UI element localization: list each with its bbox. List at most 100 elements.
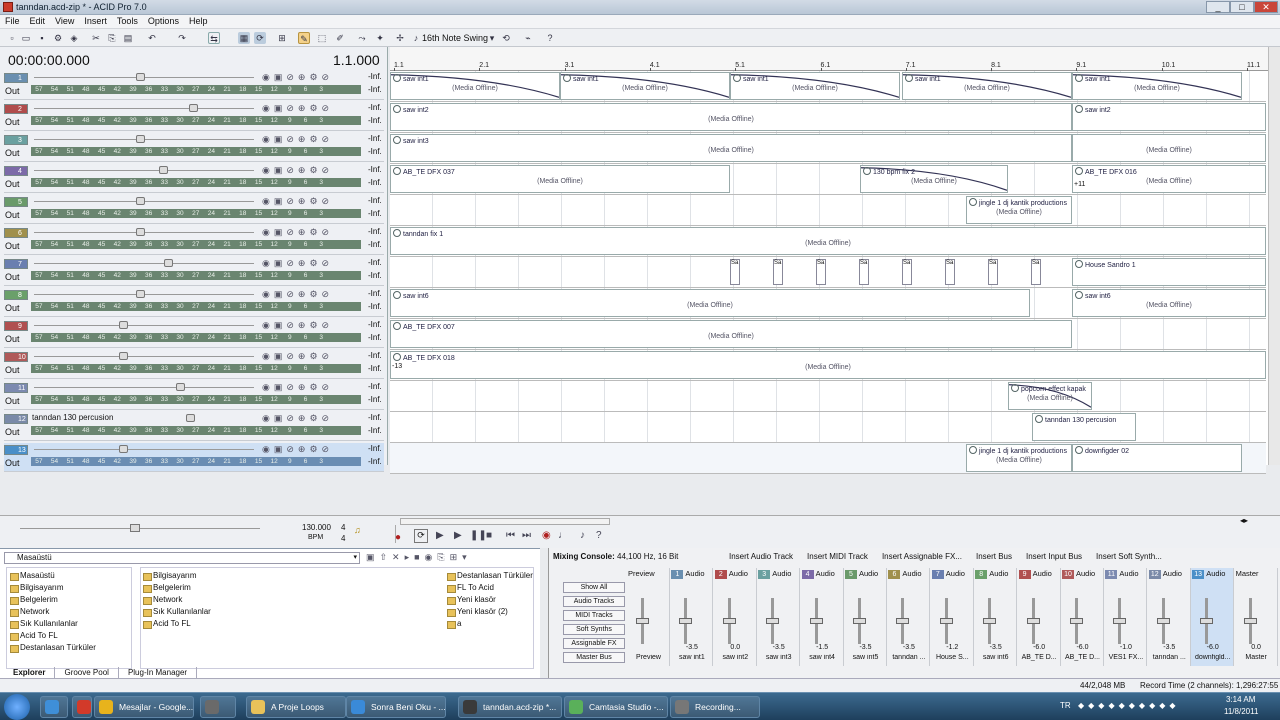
mixer-channel[interactable]: Preview Preview	[627, 568, 670, 666]
channel-fader-handle[interactable]	[896, 618, 910, 624]
mixer-channel[interactable]: 7 Audio -1.2 House S...	[931, 568, 974, 666]
channel-fader-handle[interactable]	[636, 618, 649, 624]
track-header[interactable]: 11 ◉▣⊘⊕⚙⊘ -Inf. Out 57 54 51 48 45 42 39 36 33 30 27 24…	[4, 381, 384, 410]
record-icon[interactable]: ●	[395, 532, 401, 543]
audio-event[interactable]: AB_TE DFX 007 (Media Offline)	[390, 320, 1072, 348]
mixer-channel[interactable]: Master 0.0 Master	[1235, 568, 1278, 666]
track-control-buttons[interactable]: ◉▣⊘⊕⚙⊘	[262, 134, 333, 145]
properties-icon[interactable]: ⚙	[52, 32, 64, 44]
zoom-slider[interactable]	[20, 528, 260, 529]
menu-item-edit[interactable]: Edit	[25, 15, 51, 28]
track-header[interactable]: 7 ◉▣⊘⊕⚙⊘ -Inf. Out 57 54 51 48 45 42 39 36 33 30 27 24 2…	[4, 257, 384, 286]
folder-tree[interactable]: Masaüstü Bilgisayarım Belgelerim Network Sık…	[6, 567, 132, 669]
stop-icon[interactable]: ■	[486, 530, 492, 541]
track-lane[interactable]: AB_TE DFX 037 (Media Offline) 130 bpm fix …	[390, 164, 1266, 195]
close-button[interactable]: ✕	[1254, 1, 1278, 13]
channel-fader-handle[interactable]	[766, 618, 780, 624]
audio-event[interactable]: tanndan fix 1 (Media Offline)	[390, 227, 1266, 255]
audio-event[interactable]: AB_TE DFX 018 (Media Offline)	[390, 351, 1266, 379]
track-header[interactable]: 10 ◉▣⊘⊕⚙⊘ -Inf. Out 57 54 51 48 45 42 39 36 33 30 27 24…	[4, 350, 384, 379]
audio-event[interactable]: 130 bpm fix 2 (Media Offline)	[860, 165, 1008, 193]
audio-event[interactable]: AB_TE DFX 016 (Media Offline)	[1072, 165, 1266, 193]
track-header[interactable]: 4 ◉▣⊘⊕⚙⊘ -Inf. Out 57 54 51 48 45 42 39 36 33 30 27 24 2…	[4, 164, 384, 193]
zoom-in-icon[interactable]: ◂▸	[1240, 516, 1248, 525]
track-lane[interactable]: jingle 1 dj kantik productions (Media Off…	[390, 443, 1266, 474]
track-header[interactable]: 12 tanndan 130 percusion ◉▣⊘⊕⚙⊘ -Inf. Out 57 5…	[4, 412, 384, 441]
location-combo[interactable]: Masaüstü ▾	[4, 552, 360, 564]
mixer-channel[interactable]: 3 Audio -3.5 saw int3	[757, 568, 801, 666]
track-lane[interactable]: saw int3 (Media Offline) (Media Offline)	[390, 133, 1266, 164]
audio-event[interactable]: jingle 1 dj kantik productions (Media Off…	[966, 444, 1072, 472]
volume-slider-handle[interactable]	[136, 197, 145, 205]
folder-item[interactable]: Network	[143, 594, 211, 606]
menu-item-help[interactable]: Help	[184, 15, 213, 28]
track-lane[interactable]: jingle 1 dj kantik productions (Media Off…	[390, 195, 1266, 226]
cut-icon[interactable]: ✂	[90, 32, 102, 44]
track-lane[interactable]: saw int6 (Media Offline) saw int6 (Media Of…	[390, 288, 1266, 319]
channel-fader-handle[interactable]	[1243, 618, 1257, 624]
mixer-channel[interactable]: 2 Audio 0.0 saw int2	[714, 568, 757, 666]
mixer-channel[interactable]: 6 Audio -3.5 tanndan ...	[887, 568, 931, 666]
folder-item[interactable]: Sık Kullanılanlar	[143, 606, 211, 618]
mixer-channel[interactable]: 12 Audio -3.5 tanndan ...	[1148, 568, 1191, 666]
record-arm-icon[interactable]: ◉	[542, 530, 551, 541]
vertical-scrollbar[interactable]	[1268, 47, 1280, 465]
render-icon[interactable]: ◈	[68, 32, 80, 44]
minimize-button[interactable]: _	[1206, 1, 1230, 13]
audio-event[interactable]: saw int2 (Media Offline)	[390, 103, 1072, 131]
channel-fader-handle[interactable]	[1026, 618, 1040, 624]
audio-event[interactable]: saw int6 (Media Offline)	[390, 289, 1030, 317]
channel-fader-handle[interactable]	[1156, 618, 1170, 624]
channel-fader-handle[interactable]	[679, 618, 693, 624]
copy-icon[interactable]: ⎘	[106, 32, 118, 44]
folder-item[interactable]: Bilgisayarım	[10, 582, 96, 594]
track-control-buttons[interactable]: ◉▣⊘⊕⚙⊘	[262, 103, 333, 114]
track-number-badge[interactable]: 3	[4, 135, 28, 145]
taskbar-item[interactable]	[40, 696, 68, 718]
play-icon[interactable]: ▶	[454, 530, 462, 541]
audio-event[interactable]: saw int1 (Media Offline)	[730, 72, 900, 100]
audio-event[interactable]: tanndan 130 percusion	[1032, 413, 1136, 441]
track-header[interactable]: 6 ◉▣⊘⊕⚙⊘ -Inf. Out 57 54 51 48 45 42 39 36 33 30 27 24 2…	[4, 226, 384, 255]
volume-slider[interactable]	[34, 108, 254, 109]
groove-edit-icon[interactable]: ⟲	[500, 32, 512, 44]
folder-item[interactable]: Belgelerim	[10, 594, 96, 606]
pause-icon[interactable]: ❚❚	[470, 530, 487, 541]
channel-fader-handle[interactable]	[1113, 618, 1127, 624]
track-number-badge[interactable]: 2	[4, 104, 28, 114]
track-control-buttons[interactable]: ◉▣⊘⊕⚙⊘	[262, 351, 333, 362]
tray-icons[interactable]: ◆◆◆◆◆◆◆◆◆◆	[1078, 701, 1180, 710]
volume-slider-handle[interactable]	[186, 414, 195, 422]
envelope-tool-icon[interactable]: ⤳	[356, 32, 368, 44]
track-control-buttons[interactable]: ◉▣⊘⊕⚙⊘	[262, 444, 333, 455]
audio-event[interactable]: saw int6 (Media Offline)	[1072, 289, 1266, 317]
groove-swing-select[interactable]: 16th Note Swing	[422, 33, 488, 43]
track-lane[interactable]: AB_TE DFX 007 (Media Offline)	[390, 319, 1266, 350]
save-icon[interactable]: ▪	[36, 32, 48, 44]
groove-dropdown-icon[interactable]: ▾	[486, 32, 498, 44]
volume-slider-handle[interactable]	[119, 445, 128, 453]
groove-icon[interactable]: ♪	[410, 32, 422, 44]
mixer-filter-button[interactable]: Show All	[563, 582, 625, 593]
clock-date[interactable]: 11/8/2011	[1224, 707, 1258, 716]
volume-slider[interactable]	[34, 449, 254, 450]
volume-slider-handle[interactable]	[189, 104, 198, 112]
maximize-button[interactable]: □	[1230, 1, 1254, 13]
erase-tool-icon[interactable]: ✦	[374, 32, 386, 44]
folder-item[interactable]: Network	[10, 606, 96, 618]
explorer-toolbar[interactable]: ▣⇧✕▸■◉⎘⊞▾	[366, 552, 472, 563]
channel-fader-handle[interactable]	[1200, 618, 1214, 624]
track-header[interactable]: 9 ◉▣⊘⊕⚙⊘ -Inf. Out 57 54 51 48 45 42 39 36 33 30 27 24 2…	[4, 319, 384, 348]
play-from-start-icon[interactable]: ▶	[436, 530, 444, 541]
track-number-badge[interactable]: 4	[4, 166, 28, 176]
groove-apply-icon[interactable]: ⌁	[522, 32, 534, 44]
audio-event[interactable]: saw int1 (Media Offline)	[390, 72, 560, 100]
taskbar-item[interactable]: Sonra Beni Oku - ...	[346, 696, 446, 718]
track-header[interactable]: 2 ◉▣⊘⊕⚙⊘ -Inf. Out 57 54 51 48 45 42 39 36 33 30 27 24 2…	[4, 102, 384, 131]
track-number-badge[interactable]: 8	[4, 290, 28, 300]
track-lane[interactable]: saw int1 (Media Offline) saw int1 (Media Of…	[390, 71, 1266, 102]
loop-icon[interactable]: ⟳	[254, 32, 266, 44]
time-signature-top[interactable]: 4	[341, 523, 345, 532]
channel-fader-handle[interactable]	[809, 618, 823, 624]
tab-explorer[interactable]: Explorer	[4, 667, 56, 678]
